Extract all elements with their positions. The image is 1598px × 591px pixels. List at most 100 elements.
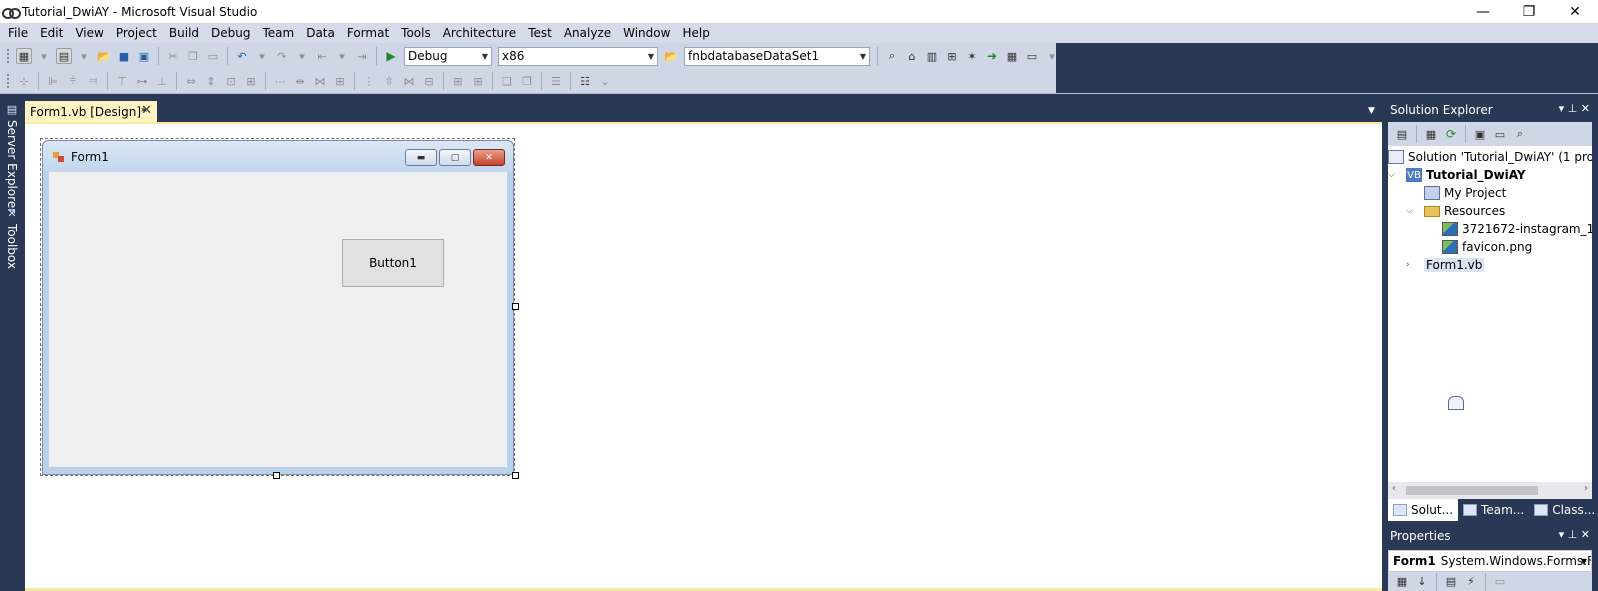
align-rights-icon[interactable]: ⫤ [85, 73, 101, 89]
paste-icon[interactable]: ▭ [205, 48, 221, 64]
scroll-thumb[interactable] [1406, 486, 1538, 495]
dropdown-arrow-icon[interactable]: ▾ [254, 48, 270, 64]
menu-file[interactable]: File [2, 23, 34, 43]
align-tops-icon[interactable]: ⊤ [114, 73, 130, 89]
dropdown-arrow-icon[interactable]: ▾ [36, 48, 52, 64]
start-page-icon[interactable]: ➜ [984, 48, 1000, 64]
panel-window-buttons[interactable]: ▾ ⊥ ✕ [1559, 528, 1590, 541]
menu-data[interactable]: Data [300, 23, 341, 43]
vertical-spacing-remove-icon[interactable]: ⊟ [421, 73, 437, 89]
horizontal-spacing-remove-icon[interactable]: ⊞ [332, 73, 348, 89]
view-designer-icon[interactable]: ▭ [1492, 126, 1508, 142]
navigate-forward-icon[interactable]: ⇥ [354, 48, 370, 64]
new-project-icon[interactable]: ▦ [16, 48, 32, 64]
navigate-backward-icon[interactable]: ⇤ [314, 48, 330, 64]
scroll-right-icon[interactable]: › [1584, 483, 1588, 494]
panel-window-buttons[interactable]: ▾ ⊥ ✕ [1559, 102, 1590, 115]
menu-edit[interactable]: Edit [34, 23, 69, 43]
resize-handle-bottom[interactable] [273, 472, 280, 479]
menu-architecture[interactable]: Architecture [437, 23, 522, 43]
align-middles-icon[interactable]: ⊶ [134, 73, 150, 89]
align-lefts-icon[interactable]: ⊫ [45, 73, 61, 89]
close-button[interactable]: ✕ [1552, 0, 1598, 23]
solution-explorer-icon[interactable]: ⌕ [884, 48, 900, 64]
toolbox-tab[interactable]: ✕ Toolbox [2, 206, 22, 270]
events-icon[interactable]: ⚡ [1463, 574, 1479, 590]
save-all-icon[interactable]: ▣ [136, 48, 152, 64]
tree-item-project[interactable]: ⌵ VB Tutorial_DwiAY [1388, 166, 1526, 184]
make-same-height-icon[interactable]: ⇕ [203, 73, 219, 89]
command-window-icon[interactable]: ▭ [1024, 48, 1040, 64]
expanded-chevron-icon[interactable]: ⌵ [1406, 206, 1418, 216]
save-icon[interactable]: ■ [116, 48, 132, 64]
add-item-icon[interactable]: ▤ [56, 48, 72, 64]
maximize-button[interactable]: ❐ [1506, 0, 1552, 23]
align-centers-icon[interactable]: ⫩ [65, 73, 81, 89]
form1-window[interactable]: Form1 ▬ ▢ ✕ Button1 [42, 140, 514, 475]
minimize-button[interactable]: — [1460, 0, 1506, 23]
resize-handle-right[interactable] [512, 303, 519, 310]
dropdown-arrow-icon[interactable]: ▾ [334, 48, 350, 64]
form-client-area[interactable]: Button1 [49, 172, 507, 467]
tree-item-favicon[interactable]: favicon.png [1442, 238, 1532, 256]
view-code-icon[interactable]: ▣ [1472, 126, 1488, 142]
lock-controls-icon[interactable]: ☷ [577, 73, 593, 89]
copy-icon[interactable]: ❐ [185, 48, 201, 64]
object-browser-icon[interactable]: ▥ [924, 48, 940, 64]
properties-object-select[interactable]: Form1 System.Windows.Forms.Form ▼ [1388, 550, 1592, 572]
horizontal-spacing-equal-icon[interactable]: ⋯ [272, 73, 288, 89]
menu-build[interactable]: Build [163, 23, 205, 43]
configuration-select[interactable]: Debug ▼ [404, 46, 492, 66]
dropdown-arrow-icon[interactable]: ▾ [294, 48, 310, 64]
toolbox-icon[interactable]: ⊞ [944, 48, 960, 64]
menu-window[interactable]: Window [617, 23, 676, 43]
tree-item-resources[interactable]: ⌵ Resources [1406, 202, 1505, 220]
tab-team-explorer[interactable]: Team... [1458, 499, 1529, 521]
undo-icon[interactable]: ↶ [234, 48, 250, 64]
refresh-icon[interactable]: ⟳ [1443, 126, 1459, 142]
align-to-grid-icon[interactable]: ⊹ [16, 73, 32, 89]
menu-view[interactable]: View [69, 23, 109, 43]
tab-order-icon[interactable]: ☰ [548, 73, 564, 89]
vertical-spacing-equal-icon[interactable]: ⋮ [361, 73, 377, 89]
show-all-files-icon[interactable]: ▦ [1423, 126, 1439, 142]
resize-handle-corner[interactable] [512, 472, 519, 479]
categorized-icon[interactable]: ▦ [1394, 574, 1410, 590]
send-to-back-icon[interactable]: ❐ [519, 73, 535, 89]
tab-solution-explorer[interactable]: Solut... [1388, 499, 1459, 521]
form-caption-bar[interactable]: Form1 ▬ ▢ ✕ [43, 141, 513, 172]
menu-debug[interactable]: Debug [205, 23, 256, 43]
start-debugging-icon[interactable]: ▶ [383, 48, 399, 64]
scroll-left-icon[interactable]: ‹ [1392, 483, 1396, 494]
align-bottoms-icon[interactable]: ⊥ [154, 73, 170, 89]
make-same-width-icon[interactable]: ⇔ [183, 73, 199, 89]
tree-item-solution[interactable]: Solution 'Tutorial_DwiAY' (1 project) [1388, 148, 1592, 166]
cut-icon[interactable]: ✂ [165, 48, 181, 64]
collapsed-chevron-icon[interactable]: › [1406, 260, 1418, 270]
tools-icon[interactable]: ✶ [964, 48, 980, 64]
tab-form1-design[interactable]: Form1.vb [Design]* ✕ [25, 101, 157, 122]
menu-tools[interactable]: Tools [395, 23, 437, 43]
tab-class-view[interactable]: Class... [1529, 499, 1598, 521]
menu-project[interactable]: Project [110, 23, 163, 43]
expanded-chevron-icon[interactable]: ⌵ [1388, 170, 1400, 180]
view-class-diagram-icon[interactable]: ⌕ [1512, 126, 1528, 142]
vertical-spacing-increase-icon[interactable]: ⇳ [381, 73, 397, 89]
extension-manager-icon[interactable]: ▦ [1004, 48, 1020, 64]
bring-to-front-icon[interactable]: ❏ [499, 73, 515, 89]
properties-view-icon[interactable]: ▤ [1443, 574, 1459, 590]
properties-window-icon[interactable]: ⌂ [904, 48, 920, 64]
close-tab-icon[interactable]: ✕ [141, 103, 152, 118]
tree-item-form1[interactable]: › Form1.vb [1406, 256, 1485, 410]
button1[interactable]: Button1 [342, 239, 444, 287]
horizontal-spacing-increase-icon[interactable]: ⇹ [292, 73, 308, 89]
toolbar-grip[interactable] [6, 73, 10, 89]
size-to-grid-icon[interactable]: ⊞ [243, 73, 259, 89]
open-file-icon[interactable]: 📂 [96, 48, 112, 64]
property-pages-icon[interactable]: ▭ [1492, 574, 1508, 590]
menu-analyze[interactable]: Analyze [558, 23, 617, 43]
tree-item-resource-image[interactable]: 3721672-instagram_108066 [1442, 220, 1592, 238]
platform-select[interactable]: x86 ▼ [498, 46, 658, 66]
datasource-select[interactable]: fnbdatabaseDataSet1 ▼ [684, 46, 870, 66]
center-vertically-icon[interactable]: ⊞ [470, 73, 486, 89]
